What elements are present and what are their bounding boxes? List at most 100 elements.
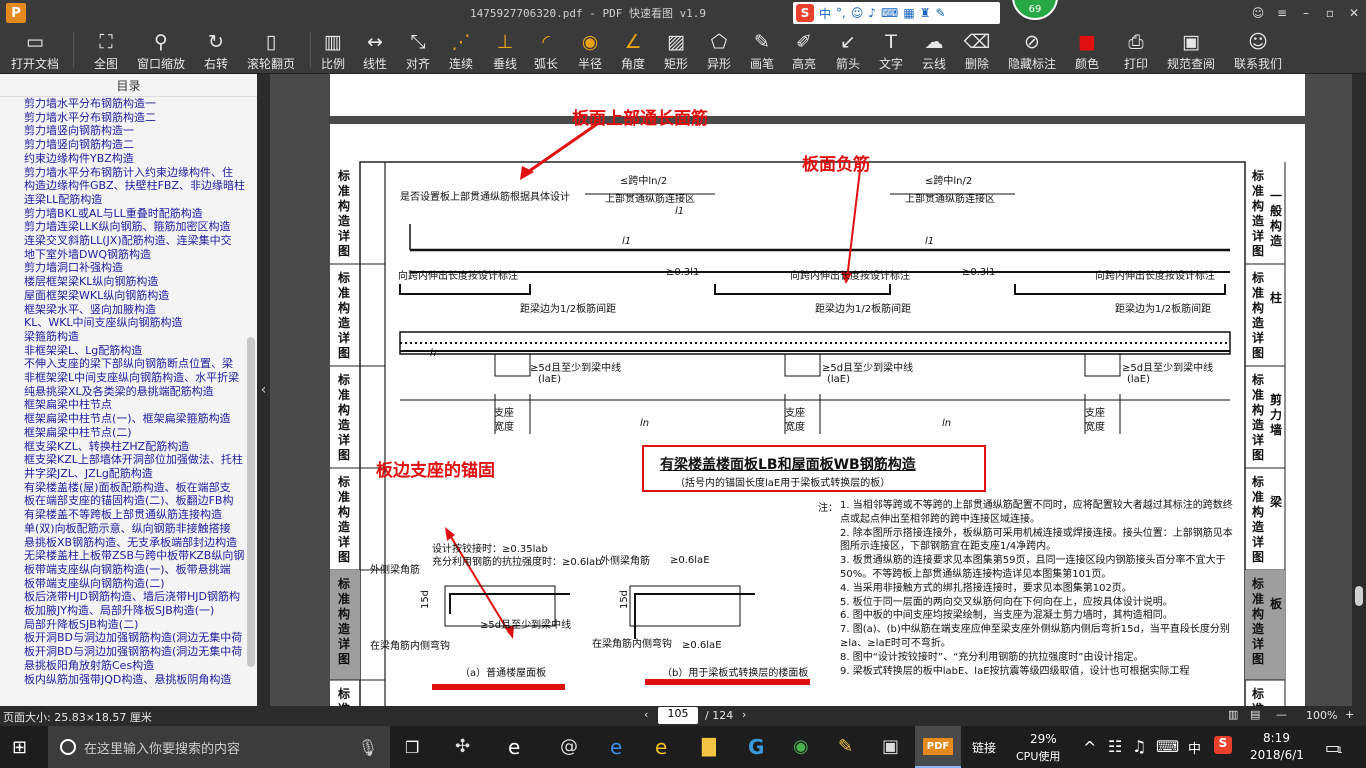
full-tool-button[interactable]: ⛶ 全图 bbox=[76, 30, 136, 72]
toc-item[interactable]: 板带端支座纵向钢筋构造(二) bbox=[24, 577, 250, 591]
windows-start-icon[interactable]: ⊞ bbox=[12, 737, 27, 758]
toc-item[interactable]: 剪力墙水平分布钢筋构造二 bbox=[24, 111, 250, 125]
zoom-in-button[interactable]: + bbox=[1345, 708, 1354, 721]
g-app-icon[interactable]: G bbox=[748, 735, 764, 759]
toc-item[interactable]: 楼层框架梁KL纵向钢筋构造 bbox=[24, 275, 250, 289]
sogou-icon[interactable]: S bbox=[796, 4, 814, 22]
zoomwin-tool-button[interactable]: ⚲ 窗口缩放 bbox=[131, 30, 191, 72]
ime-language[interactable]: 中 bbox=[1188, 738, 1201, 757]
toc-item[interactable]: 悬挑板阳角放射筋Ces构造 bbox=[24, 659, 250, 673]
toc-item[interactable]: KL、WKL中间支座纵向钢筋构造 bbox=[24, 316, 250, 330]
ime-toolbar[interactable]: S 中 °, ☺ ♪ ⌨ ▦ ♜ ✎ bbox=[793, 2, 1000, 24]
notification-badge[interactable]: 69 bbox=[1012, 0, 1058, 20]
toc-item[interactable]: 板内纵筋加强带JQD构造、悬挑板阴角构造 bbox=[24, 673, 250, 687]
scroll-thumb[interactable] bbox=[1355, 586, 1363, 606]
maximize-button[interactable]: ▫ bbox=[1318, 0, 1342, 26]
file-explorer-icon[interactable]: ▇ bbox=[702, 736, 716, 757]
toc-item[interactable]: 剪力墙水平分布钢筋构造一 bbox=[24, 97, 250, 111]
link-label[interactable]: 链接 bbox=[972, 739, 996, 756]
microphone-icon[interactable]: 🎙 bbox=[358, 738, 378, 757]
chevron-up-icon[interactable]: ^ bbox=[1083, 738, 1096, 757]
ime-keyboard-icon[interactable]: ⌨ bbox=[881, 6, 898, 20]
toc-item[interactable]: 有梁楼盖楼(屋)面板配筋构造、板在端部支 bbox=[24, 481, 250, 495]
keyboard-icon[interactable]: ⌨ bbox=[1156, 737, 1179, 756]
document-viewer[interactable]: 板面上部通长面筋 板面负筋 板边支座的锚固 是否设置板上部贯通纵筋根据具体设计 … bbox=[270, 74, 1352, 706]
toc-item[interactable]: 剪力墙连梁LLK纵向钢筋、箍筋加密区构造 bbox=[24, 220, 250, 234]
pinwheel-app-icon[interactable]: ✣ bbox=[455, 736, 470, 757]
ie-legacy-icon[interactable]: e bbox=[655, 735, 667, 759]
toc-item[interactable]: 约束边缘构件YBZ构造 bbox=[24, 152, 250, 166]
ie-browser-icon[interactable]: e bbox=[508, 735, 520, 759]
sogou-tray-icon[interactable]: S bbox=[1214, 736, 1232, 754]
ime-punct-icon[interactable]: °, bbox=[836, 6, 846, 20]
ime-emoji-icon[interactable]: ☺ bbox=[851, 6, 864, 20]
toc-item[interactable]: 局部升降板SJB构造(二) bbox=[24, 618, 250, 632]
toc-item[interactable]: 板开洞BD与洞边加强钢筋构造(洞边无集中荷 bbox=[24, 645, 250, 659]
notes-app-icon[interactable]: ✎ bbox=[838, 736, 853, 757]
zoom-out-button[interactable]: — bbox=[1276, 708, 1287, 721]
toc-item[interactable]: 无梁楼盖柱上板带ZSB与跨中板带KZB纵向钢 bbox=[24, 549, 250, 563]
toc-item[interactable]: 板后浇带HJD钢筋构造、墙后浇带HJD钢筋构 bbox=[24, 590, 250, 604]
wheel-tool-button[interactable]: ▯ 滚轮翻页 bbox=[241, 30, 301, 72]
taskbar-search-input[interactable]: 在这里输入你要搜索的内容 bbox=[84, 738, 240, 757]
toc-item[interactable]: 剪力墙竖向钢筋构造一 bbox=[24, 124, 250, 138]
ime-shirt-icon[interactable]: ♜ bbox=[920, 6, 931, 20]
clock-date[interactable]: 2018/6/1 bbox=[1250, 748, 1304, 762]
drawing-app-icon[interactable]: ▣ bbox=[882, 736, 899, 757]
toc-item[interactable]: 不伸入支座的梁下部纵向钢筋断点位置、梁 bbox=[24, 357, 250, 371]
ime-chinese-icon[interactable]: 中 bbox=[819, 5, 831, 22]
toc-item[interactable]: 框架梁水平、竖向加腋构造 bbox=[24, 303, 250, 317]
toc-item[interactable]: 框架扁梁中柱节点(二) bbox=[24, 426, 250, 440]
toc-item[interactable]: 纯悬挑梁XL及各类梁的悬挑端配筋构造 bbox=[24, 385, 250, 399]
print-tool-button[interactable]: ⎙ 打印 bbox=[1106, 30, 1166, 72]
taskbar-pdf-app[interactable]: PDF bbox=[915, 726, 961, 768]
toc-item[interactable]: 井字梁JZL、JZLg配筋构造 bbox=[24, 467, 250, 481]
toc-item[interactable]: 框支梁KZL、转换柱ZHZ配筋构造 bbox=[24, 440, 250, 454]
toc-item[interactable]: 剪力墙水平分布钢筋计入约束边缘构件、住 bbox=[24, 166, 250, 180]
toc-item[interactable]: 连梁交叉斜筋LL(JX)配筋构造、连梁集中交 bbox=[24, 234, 250, 248]
next-page-button[interactable]: › bbox=[742, 708, 746, 721]
toc-item[interactable]: 框架扁梁中柱节点(一)、框架扁梁箍筋构造 bbox=[24, 412, 250, 426]
ime-mic-icon[interactable]: ♪ bbox=[868, 6, 876, 20]
toc-item[interactable]: 板在端部支座的锚固构造(二)、板翻边FB构 bbox=[24, 494, 250, 508]
edge-browser-icon[interactable]: e bbox=[610, 735, 622, 759]
spec-tool-button[interactable]: ▣ 规范查阅 bbox=[1161, 30, 1221, 72]
hide-tool-button[interactable]: ⊘ 隐藏标注 bbox=[1002, 30, 1062, 72]
toc-item[interactable]: 有梁楼盖不等跨板上部贯通纵筋连接构造 bbox=[24, 508, 250, 522]
open-tool-button[interactable]: ▭ 打开文档 bbox=[5, 30, 65, 72]
ime-grid-icon[interactable]: ▦ bbox=[903, 6, 914, 20]
toc-item[interactable]: 连梁LL配筋构造 bbox=[24, 193, 250, 207]
prev-page-button[interactable]: ‹ bbox=[644, 708, 648, 721]
rotate-tool-button[interactable]: ↻ 右转 bbox=[186, 30, 246, 72]
toc-item[interactable]: 剪力墙洞口补强构造 bbox=[24, 261, 250, 275]
clock-time[interactable]: 8:19 bbox=[1263, 731, 1290, 745]
user-icon[interactable]: ☺ bbox=[1246, 0, 1270, 26]
toc-item[interactable]: 板加腋JY构造、局部升降板SJB构造(一) bbox=[24, 604, 250, 618]
app-logo-icon[interactable]: P bbox=[6, 3, 26, 23]
viewer-scrollbar[interactable] bbox=[1352, 74, 1366, 706]
delete-tool-button[interactable]: ⌫ 删除 bbox=[947, 30, 1007, 72]
toc-item[interactable]: 单(双)向板配筋示意、纵向钢筋非接触搭接 bbox=[24, 522, 250, 536]
toc-item[interactable]: 地下室外墙DWQ钢筋构造 bbox=[24, 248, 250, 262]
toc-item[interactable]: 梁箍筋构造 bbox=[24, 330, 250, 344]
page-input[interactable]: 105 bbox=[658, 707, 698, 724]
sidebar-scrollbar[interactable] bbox=[247, 337, 255, 667]
minimize-button[interactable]: – bbox=[1294, 0, 1318, 26]
toc-item[interactable]: 剪力墙BKL或AL与LL重叠时配筋构造 bbox=[24, 207, 250, 221]
toc-item[interactable]: 框支梁KZL上部墙体开洞部位加强做法、托柱 bbox=[24, 453, 250, 467]
toc-item[interactable]: 框架扁梁中柱节点 bbox=[24, 398, 250, 412]
toc-item[interactable]: 非框架梁L、Lg配筋构造 bbox=[24, 344, 250, 358]
toc-item[interactable]: 板带端支座纵向钢筋构造(一)、板带悬挑端 bbox=[24, 563, 250, 577]
toc-item[interactable]: 悬挑板XB钢筋构造、无支承板端部封边构造 bbox=[24, 536, 250, 550]
toc-item[interactable]: 屋面框架梁WKL纵向钢筋构造 bbox=[24, 289, 250, 303]
volume-icon[interactable]: ♫ bbox=[1132, 737, 1146, 756]
contact-tool-button[interactable]: ☺ 联系我们 bbox=[1228, 30, 1288, 72]
toc-item[interactable]: 剪力墙竖向钢筋构造二 bbox=[24, 138, 250, 152]
toc-item[interactable]: 非框架梁L中间支座纵向钢筋构造、水平折梁 bbox=[24, 371, 250, 385]
green-app-icon[interactable]: ◉ bbox=[793, 736, 809, 757]
spiral-app-icon[interactable]: @ bbox=[560, 736, 578, 757]
menu-icon[interactable]: ≡ bbox=[1270, 0, 1294, 26]
close-button[interactable]: ✕ bbox=[1342, 0, 1366, 26]
single-page-view-icon[interactable]: ▥ bbox=[1228, 708, 1238, 721]
toc-item[interactable]: 构造边缘构件GBZ、扶壁柱FBZ、非边缘暗柱 bbox=[24, 179, 250, 193]
